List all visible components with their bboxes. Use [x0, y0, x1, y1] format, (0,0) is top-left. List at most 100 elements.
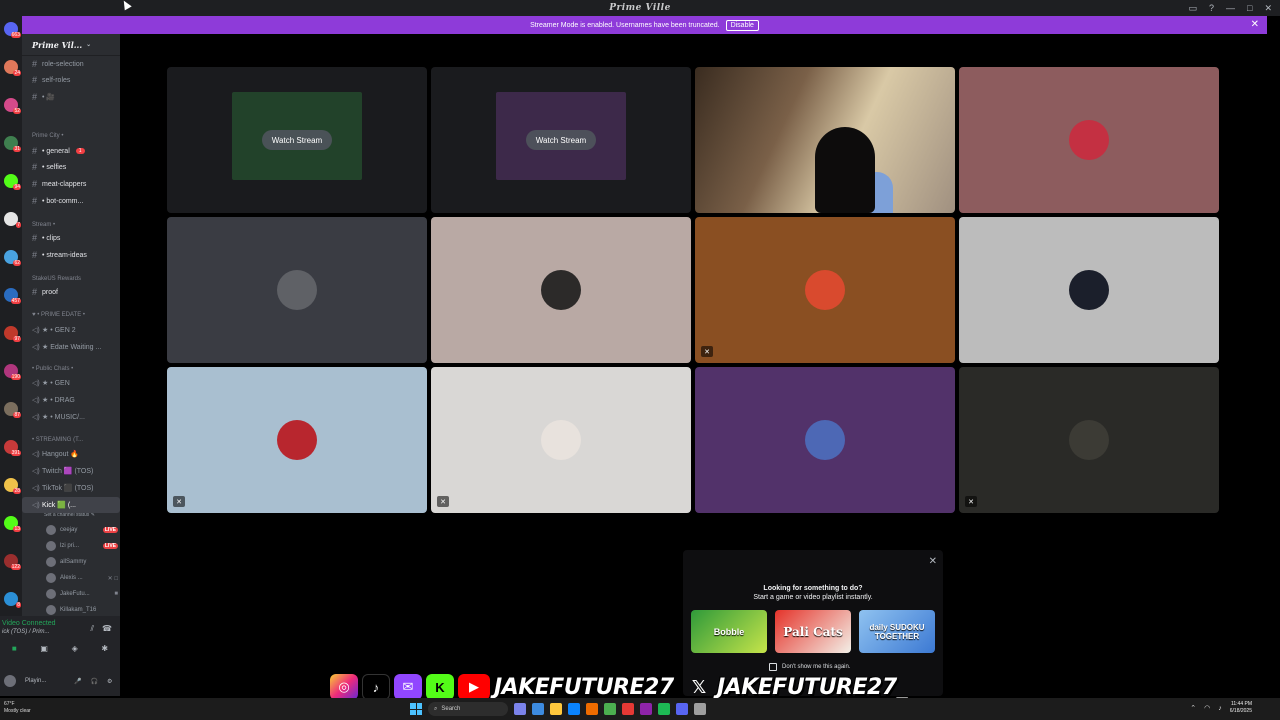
participant-tile[interactable] — [167, 217, 427, 363]
participant-tile[interactable] — [959, 217, 1219, 363]
chevron-up-icon[interactable]: ⌃ — [1190, 704, 1196, 712]
close-icon[interactable]: ✕ — [1251, 19, 1259, 30]
taskbar-app-icon[interactable] — [604, 703, 616, 715]
text-channel[interactable]: # • selfies — [22, 159, 120, 175]
server-icon[interactable]: 7 — [4, 212, 21, 228]
participant-tile[interactable] — [959, 67, 1219, 213]
taskbar-app-icon[interactable] — [532, 703, 544, 715]
voice-channel-name[interactable]: ick (TOS) / Prim... — [2, 629, 50, 635]
text-channel[interactable]: # • bot-comm... — [22, 193, 120, 209]
taskbar-app-icon[interactable] — [694, 703, 706, 715]
voice-participant[interactable]: ceejay LIVE — [46, 523, 118, 537]
checkbox-icon[interactable] — [769, 663, 777, 671]
voice-channel[interactable]: ◁) Twitch 🟪 (TOS) — [22, 463, 120, 479]
game-card-sudoku[interactable]: daily SUDOKU TOGETHER — [859, 610, 935, 653]
soundboard-button[interactable]: ✱ — [101, 644, 108, 653]
close-window-button[interactable]: ✕ — [1264, 3, 1272, 14]
screen-share-button[interactable]: ▣ — [40, 644, 48, 653]
minimize-button[interactable]: — — [1226, 3, 1235, 13]
taskbar-app-icon[interactable] — [514, 703, 526, 715]
channel-category[interactable]: ♥ • PRIME EDATE • — [22, 307, 120, 323]
camera-feed-tile[interactable] — [695, 67, 955, 213]
noise-suppression-icon[interactable]: ⫽ — [90, 624, 94, 634]
participant-tile[interactable]: ✕ — [695, 217, 955, 363]
taskbar-app-icon[interactable] — [658, 703, 670, 715]
stream-tile[interactable]: Watch Stream — [431, 67, 691, 213]
taskbar-app-icon[interactable] — [622, 703, 634, 715]
wifi-icon[interactable]: ◠ — [1204, 704, 1210, 712]
server-icon[interactable]: 52 — [4, 98, 21, 114]
disconnect-icon[interactable]: ☎ — [102, 624, 112, 634]
watch-stream-button[interactable]: Watch Stream — [262, 130, 332, 150]
taskbar-clock[interactable]: 11:44 PM 6/18/2025 — [1230, 701, 1252, 715]
text-channel[interactable]: # • general 1 — [22, 143, 120, 159]
disable-streamer-mode-button[interactable]: Disable — [725, 19, 759, 31]
voice-participant[interactable]: Alexis ... ✕ □ — [46, 571, 118, 585]
server-header[interactable]: Prime Vil... ⌄ — [22, 34, 120, 56]
voice-channel[interactable]: ◁) Hangout 🔥 — [22, 446, 120, 462]
activity-button[interactable]: ◈ — [72, 644, 78, 653]
voice-channel[interactable]: ◁) ★ • DRAG — [22, 392, 120, 408]
server-icon[interactable]: 190 — [4, 364, 21, 380]
voice-participant[interactable]: allSammy — [46, 555, 118, 569]
voice-channel[interactable]: ◁) Kick 🟩 (... — [22, 497, 120, 513]
close-icon[interactable]: ✕ — [929, 556, 937, 567]
participant-tile[interactable] — [431, 217, 691, 363]
server-icon[interactable]: 663 — [4, 22, 21, 38]
taskbar-app-icon[interactable] — [550, 703, 562, 715]
server-icon[interactable]: 62 — [4, 250, 21, 266]
voice-channel[interactable]: ◁) ★ • MUSIC/... — [22, 409, 120, 425]
text-channel[interactable]: # role-selection — [22, 56, 120, 72]
windows-start-icon[interactable] — [410, 703, 422, 715]
server-icon[interactable]: 97 — [4, 326, 21, 342]
weather-widget[interactable]: 67°F Mostly clear — [4, 701, 31, 715]
voice-channel[interactable]: ◁) ★ • GEN — [22, 375, 120, 391]
participant-tile[interactable]: ✕ — [431, 367, 691, 513]
game-card-bobble[interactable]: Bobble — [691, 610, 767, 653]
maximize-button[interactable]: □ — [1247, 3, 1252, 13]
help-icon[interactable]: ? — [1209, 3, 1214, 13]
participant-tile[interactable]: ✕ — [959, 367, 1219, 513]
server-icon[interactable]: 31 — [4, 136, 21, 152]
voice-channel[interactable]: ◁) ★ Edate Waiting ... — [22, 339, 120, 355]
microphone-icon[interactable]: 🎤 — [74, 678, 81, 685]
text-channel[interactable]: # • 🎥 — [22, 89, 120, 105]
server-icon[interactable]: 13 — [4, 516, 21, 532]
stream-tile[interactable]: Watch Stream — [167, 67, 427, 213]
server-icon[interactable]: 24 — [4, 60, 21, 76]
voice-participant[interactable]: JakeFutu... ■ — [46, 587, 118, 601]
camera-button[interactable]: ■ — [12, 644, 17, 653]
taskbar-app-icon[interactable] — [586, 703, 598, 715]
taskbar-app-icon[interactable] — [640, 703, 652, 715]
voice-participant[interactable]: lzi pri... LIVE — [46, 539, 118, 553]
dont-show-again-checkbox[interactable]: Don't show me this again. — [769, 663, 851, 671]
watch-stream-button[interactable]: Watch Stream — [526, 130, 596, 150]
text-channel[interactable]: # • clips — [22, 230, 120, 246]
text-channel[interactable]: # self-roles — [22, 72, 120, 88]
volume-icon[interactable]: ♪ — [1218, 705, 1222, 712]
user-activity-text[interactable]: Playin... — [25, 678, 65, 684]
taskbar-app-icon[interactable] — [568, 703, 580, 715]
server-icon[interactable]: 28 — [4, 478, 21, 494]
channel-category[interactable]: Prime City • — [22, 128, 120, 144]
avatar[interactable] — [4, 675, 16, 687]
text-channel[interactable]: # meat-clappers — [22, 176, 120, 192]
text-channel[interactable]: # proof — [22, 284, 120, 300]
server-icon[interactable]: 122 — [4, 554, 21, 570]
voice-status[interactable]: Video Connected — [2, 620, 56, 627]
participant-tile[interactable]: ✕ — [167, 367, 427, 513]
server-icon[interactable]: 457 — [4, 288, 21, 304]
server-icon[interactable]: 87 — [4, 402, 21, 418]
participant-tile[interactable] — [695, 367, 955, 513]
server-icon[interactable]: 391 — [4, 440, 21, 456]
voice-participant[interactable]: Killakam_T16 — [46, 603, 118, 617]
server-icon[interactable]: 94 — [4, 174, 21, 190]
taskbar-search[interactable]: ⌕ Search — [428, 702, 508, 716]
game-card-pali-cats[interactable]: Pali Cats — [775, 610, 851, 653]
voice-channel[interactable]: ◁) ★ • GEN 2 — [22, 322, 120, 338]
text-channel[interactable]: # • stream-ideas — [22, 247, 120, 263]
taskbar-app-icon[interactable] — [676, 703, 688, 715]
headphones-icon[interactable]: 🎧 — [90, 678, 97, 685]
voice-channel[interactable]: ◁) TikTok ⬛ (TOS) — [22, 480, 120, 496]
settings-gear-icon[interactable]: ⚙ — [107, 678, 112, 685]
